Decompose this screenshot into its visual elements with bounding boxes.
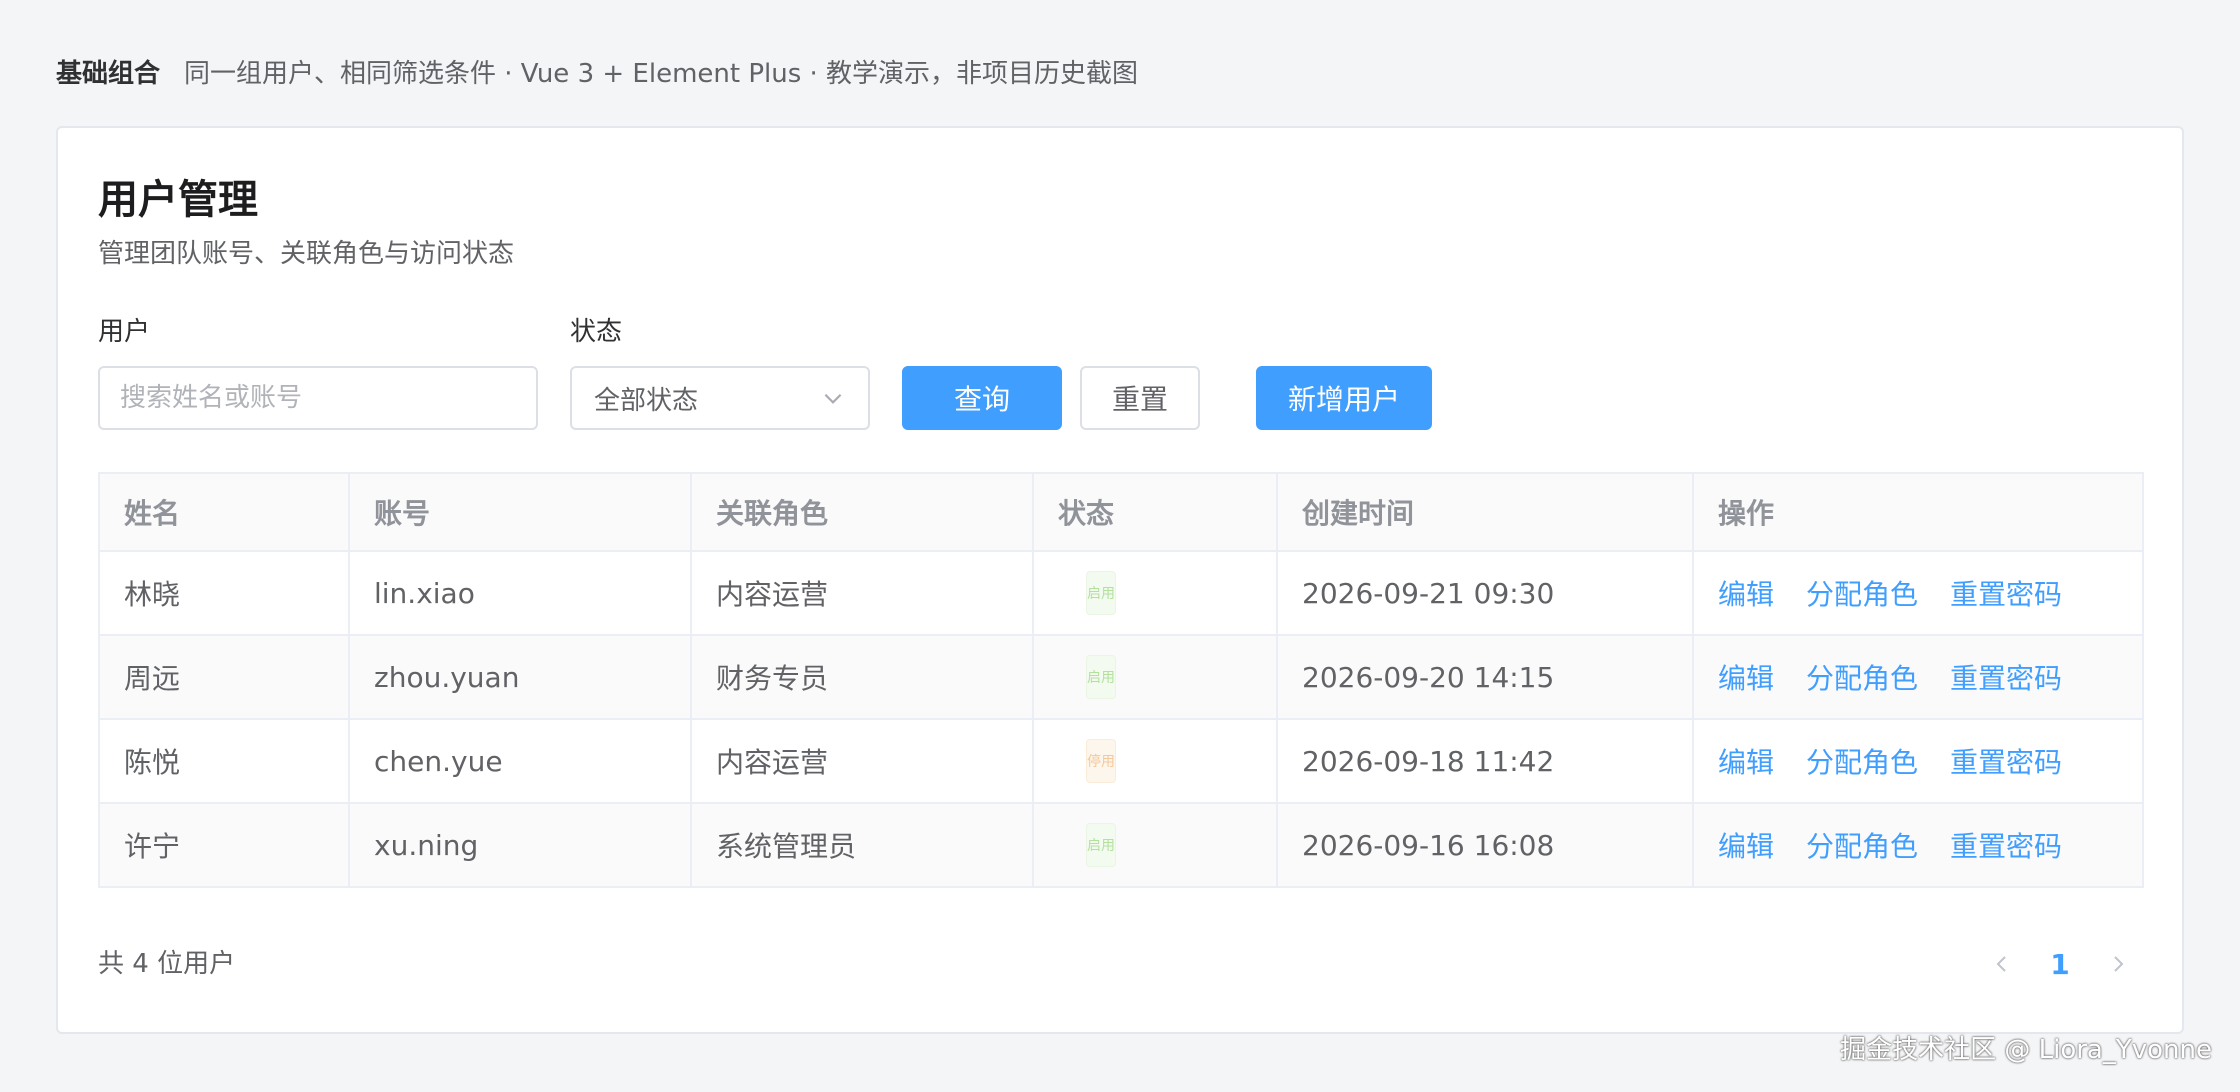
reset-button[interactable]: 重置	[1080, 366, 1200, 430]
user-search-input[interactable]	[98, 366, 538, 430]
created-time: 2026-09-16 16:08	[1277, 803, 1694, 888]
edit-link[interactable]: 编辑	[1718, 830, 1774, 863]
status-select-value: 全部状态	[594, 385, 699, 416]
reset-password-link[interactable]: 重置密码	[1950, 578, 2062, 611]
column-header: 关联角色	[691, 473, 1034, 552]
user-account: chen.yue	[349, 719, 692, 804]
reset-password-link[interactable]: 重置密码	[1950, 662, 2062, 695]
user-role: 内容运营	[691, 719, 1034, 804]
table-row: 周远 zhou.yuan 财务专员 启用 2026-09-20 14:15 编辑…	[99, 635, 2143, 720]
chevron-down-icon	[824, 393, 842, 404]
status-select[interactable]: 全部状态	[570, 366, 870, 430]
user-management-card: 用户管理 管理团队账号、关联角色与访问状态 用户 状态 全部状态 查询 重置 新…	[56, 126, 2184, 1034]
status-badge: 启用	[1086, 655, 1116, 699]
user-account: zhou.yuan	[349, 635, 692, 720]
user-table: 姓名 账号 关联角色 状态 创建时间 操作 林晓 lin.xiao 内容运营 启…	[98, 472, 2144, 888]
user-name: 林晓	[99, 551, 350, 636]
page-subtitle: 管理团队账号、关联角色与访问状态	[98, 239, 515, 269]
prev-page-button[interactable]	[1976, 938, 2028, 990]
page-number-current[interactable]: 1	[2028, 938, 2092, 990]
edit-link[interactable]: 编辑	[1718, 746, 1774, 779]
table-row: 陈悦 chen.yue 内容运营 停用 2026-09-18 11:42 编辑分…	[99, 719, 2143, 804]
edit-link[interactable]: 编辑	[1718, 662, 1774, 695]
created-time: 2026-09-21 09:30	[1277, 551, 1694, 636]
user-name: 陈悦	[99, 719, 350, 804]
assign-role-link[interactable]: 分配角色	[1806, 578, 1918, 611]
assign-role-link[interactable]: 分配角色	[1806, 662, 1918, 695]
watermark: 掘金技术社区 @ Liora_Yvonne	[1840, 1035, 2212, 1065]
column-header: 姓名	[99, 473, 350, 552]
banner: 基础组合 同一组用户、相同筛选条件 · Vue 3 + Element Plus …	[56, 56, 1138, 92]
total-count: 共 4 位用户	[98, 949, 236, 979]
user-role: 内容运营	[691, 551, 1034, 636]
banner-tag: 基础组合	[56, 59, 161, 89]
status-filter-label: 状态	[570, 317, 623, 347]
user-name: 周远	[99, 635, 350, 720]
next-page-button[interactable]	[2092, 938, 2144, 990]
created-time: 2026-09-20 14:15	[1277, 635, 1694, 720]
column-header: 操作	[1693, 473, 2143, 552]
status-badge: 启用	[1086, 823, 1116, 867]
column-header: 创建时间	[1277, 473, 1694, 552]
table-header-row: 姓名 账号 关联角色 状态 创建时间 操作	[99, 473, 2143, 552]
chevron-right-icon	[2114, 956, 2124, 972]
user-role: 系统管理员	[691, 803, 1034, 888]
pagination: 1	[1976, 938, 2144, 990]
user-role: 财务专员	[691, 635, 1034, 720]
assign-role-link[interactable]: 分配角色	[1806, 746, 1918, 779]
assign-role-link[interactable]: 分配角色	[1806, 830, 1918, 863]
created-time: 2026-09-18 11:42	[1277, 719, 1694, 804]
column-header: 状态	[1033, 473, 1278, 552]
user-account: lin.xiao	[349, 551, 692, 636]
table-row: 林晓 lin.xiao 内容运营 启用 2026-09-21 09:30 编辑分…	[99, 551, 2143, 636]
user-filter-label: 用户	[98, 317, 151, 347]
reset-password-link[interactable]: 重置密码	[1950, 830, 2062, 863]
user-name: 许宁	[99, 803, 350, 888]
user-account: xu.ning	[349, 803, 692, 888]
edit-link[interactable]: 编辑	[1718, 578, 1774, 611]
status-badge: 启用	[1086, 571, 1116, 615]
table-row: 许宁 xu.ning 系统管理员 启用 2026-09-16 16:08 编辑分…	[99, 803, 2143, 888]
page-title: 用户管理	[98, 177, 258, 223]
banner-description: 同一组用户、相同筛选条件 · Vue 3 + Element Plus · 教学…	[184, 59, 1139, 89]
status-badge: 停用	[1086, 739, 1116, 783]
reset-password-link[interactable]: 重置密码	[1950, 746, 2062, 779]
chevron-left-icon	[1996, 956, 2006, 972]
column-header: 账号	[349, 473, 692, 552]
add-user-button[interactable]: 新增用户	[1256, 366, 1432, 430]
query-button[interactable]: 查询	[902, 366, 1062, 430]
